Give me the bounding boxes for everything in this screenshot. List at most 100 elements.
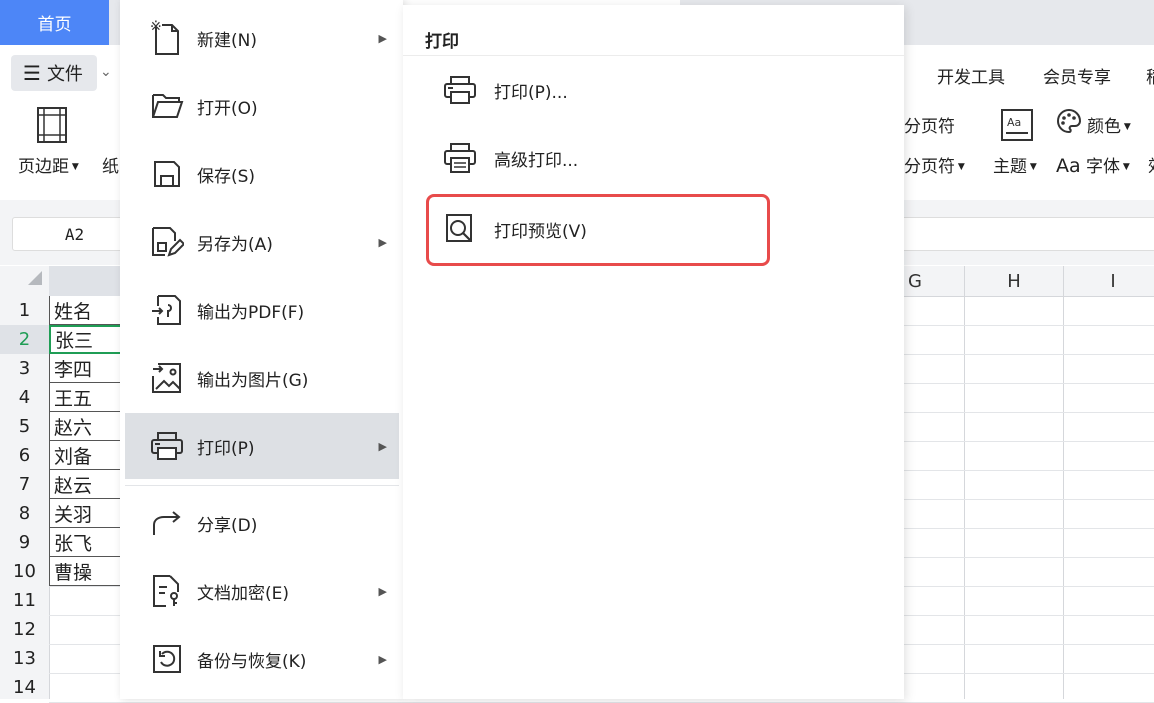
row-number[interactable]: 12: [0, 615, 49, 644]
table-cell[interactable]: 王五: [49, 383, 122, 412]
dropdown-arrow-icon: ▼: [1120, 162, 1130, 172]
page-break-button-2[interactable]: 分页符 ▼: [904, 152, 965, 177]
dropdown-arrow-icon: ▼: [69, 162, 79, 172]
file-menu-button[interactable]: ☰ 文件: [11, 55, 97, 91]
theme-label: 主题: [993, 157, 1027, 177]
menu-item-share[interactable]: 分享(D): [125, 490, 399, 556]
printer-icon: [442, 72, 478, 108]
menu-item-encrypt[interactable]: 文档加密(E) ▶: [125, 558, 399, 624]
row-number[interactable]: 8: [0, 499, 49, 528]
tab-member[interactable]: 会员专享: [1043, 63, 1111, 88]
table-cell[interactable]: 李四: [49, 354, 122, 383]
submenu-divider: [403, 55, 904, 56]
menu-item-export-pdf[interactable]: 输出为PDF(F): [125, 277, 399, 343]
table-cell[interactable]: 赵云: [49, 470, 122, 499]
theme-button[interactable]: 主题 ▼: [993, 152, 1037, 177]
file-menu-label: 文件: [46, 64, 83, 85]
printer-icon: [147, 426, 187, 466]
new-file-icon: ※: [147, 18, 187, 58]
chevron-down-icon[interactable]: ⌄: [100, 64, 112, 80]
menu-item-folder-open[interactable]: 打开(O): [125, 73, 399, 139]
table-cell[interactable]: 曹操: [49, 557, 122, 586]
menu-item-label: 新建(N): [197, 30, 257, 51]
encrypt-icon: [147, 571, 187, 611]
menu-item-new-file[interactable]: ※ 新建(N) ▶: [125, 5, 399, 71]
menu-item-label: 另存为(A): [197, 234, 273, 255]
row-number[interactable]: 1: [0, 296, 49, 325]
backup-icon: [147, 639, 187, 679]
row-number[interactable]: 3: [0, 354, 49, 383]
table-cell[interactable]: 姓名: [49, 296, 122, 325]
menu-item-label: 输出为PDF(F): [197, 302, 305, 323]
theme-icon[interactable]: Aa: [1000, 108, 1034, 146]
tab-home[interactable]: 首页: [0, 0, 109, 45]
menu-divider: [125, 485, 399, 486]
page-break-label: 分页符: [904, 157, 955, 177]
chevron-right-icon: ▶: [378, 439, 387, 453]
effect-button[interactable]: 效: [1148, 152, 1154, 177]
select-all-corner[interactable]: [28, 271, 42, 285]
submenu-item-label: 打印(P)...: [494, 82, 568, 103]
menu-item-label: 打印(P): [197, 438, 255, 459]
hamburger-icon: ☰: [23, 61, 41, 85]
submenu-item-label: 高级打印...: [494, 150, 579, 171]
dropdown-arrow-icon: ▼: [955, 162, 965, 172]
highlight-box: [426, 194, 770, 266]
menu-item-label: 备份与恢复(K): [197, 651, 307, 672]
menu-item-printer[interactable]: 打印(P) ▶: [125, 413, 399, 479]
row-number[interactable]: 2: [0, 325, 49, 354]
dropdown-arrow-icon: ▼: [1027, 162, 1037, 172]
row-number[interactable]: 13: [0, 644, 49, 673]
menu-item-export-image[interactable]: 输出为图片(G): [125, 345, 399, 411]
advanced-print-icon: [442, 140, 478, 176]
submenu-item-printer[interactable]: 打印(P)...: [428, 57, 768, 123]
menu-item-save-as[interactable]: 另存为(A) ▶: [125, 209, 399, 275]
tab-dev-tools[interactable]: 开发工具: [937, 63, 1005, 88]
dropdown-arrow-icon: ▼: [1121, 122, 1131, 132]
save-as-icon: [147, 222, 187, 262]
column-header-a[interactable]: [49, 266, 122, 296]
table-cell[interactable]: 张飞: [49, 528, 122, 557]
table-cell[interactable]: 赵六: [49, 412, 122, 441]
chevron-right-icon: ▶: [378, 652, 387, 666]
row-number[interactable]: 4: [0, 383, 49, 412]
table-cell[interactable]: 刘备: [49, 441, 122, 470]
submenu-item-advanced-print[interactable]: 高级打印...: [428, 125, 768, 191]
column-header-i[interactable]: I: [1064, 266, 1154, 296]
font-icon: Aa: [1056, 155, 1081, 177]
menu-item-save[interactable]: 保存(S): [125, 141, 399, 207]
column-header-h[interactable]: H: [965, 266, 1063, 296]
row-number[interactable]: 11: [0, 586, 49, 615]
page-margin-icon[interactable]: [36, 106, 68, 148]
export-image-icon: [147, 358, 187, 398]
chevron-right-icon: ▶: [378, 235, 387, 249]
folder-open-icon: [147, 86, 187, 126]
page-break-button[interactable]: 分页符: [904, 112, 955, 137]
row-number[interactable]: 9: [0, 528, 49, 557]
font-button[interactable]: Aa 字体 ▼: [1056, 152, 1130, 177]
color-button[interactable]: 颜色 ▼: [1087, 112, 1131, 137]
tab-home-label: 首页: [37, 15, 72, 35]
table-cell[interactable]: 张三: [49, 325, 122, 354]
row-number[interactable]: 7: [0, 470, 49, 499]
table-cell[interactable]: 关羽: [49, 499, 122, 528]
formula-input[interactable]: [904, 217, 1154, 251]
paper-button[interactable]: 纸: [102, 152, 119, 177]
menu-item-label: 输出为图片(G): [197, 370, 309, 391]
palette-icon: [1056, 108, 1082, 138]
row-number[interactable]: 6: [0, 441, 49, 470]
share-icon: [147, 503, 187, 543]
column-divider: [1063, 266, 1064, 699]
row-number[interactable]: 5: [0, 412, 49, 441]
page-margin-button[interactable]: 页边距 ▼: [18, 152, 79, 177]
menu-item-backup[interactable]: 备份与恢复(K) ▶: [125, 626, 399, 692]
menu-item-label: 打开(O): [197, 98, 258, 119]
menu-item-label: 保存(S): [197, 166, 256, 187]
row-number[interactable]: 14: [0, 673, 49, 702]
menu-item-label: 文档加密(E): [197, 583, 290, 604]
chevron-right-icon: ▶: [378, 584, 387, 598]
column-divider: [964, 266, 965, 699]
tab-cut[interactable]: 稻: [1146, 63, 1154, 88]
name-box[interactable]: A2: [12, 217, 137, 251]
row-number[interactable]: 10: [0, 557, 49, 586]
